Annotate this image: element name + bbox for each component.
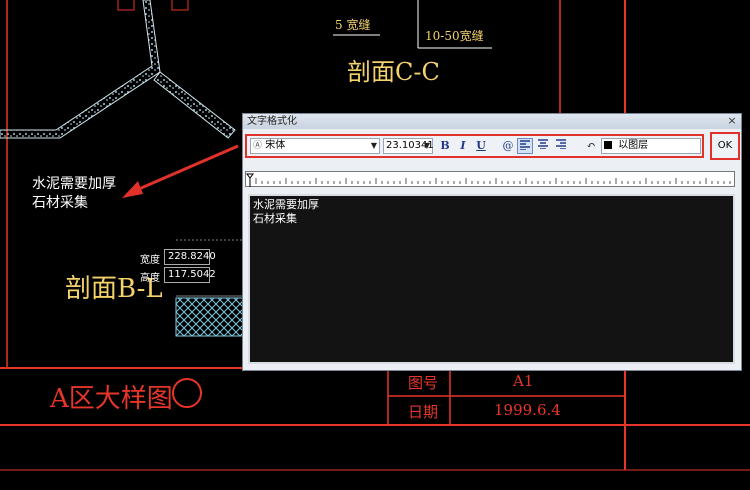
align-left-icon[interactable]: [517, 138, 533, 154]
chevron-down-icon: ▼: [423, 141, 430, 150]
ruler-ticks: [246, 173, 731, 187]
undo-icon[interactable]: ↶: [583, 138, 599, 154]
italic-button[interactable]: I: [455, 138, 471, 154]
date-value: 1999.6.4: [494, 401, 561, 419]
dialog-titlebar[interactable]: 文字格式化 ×: [243, 114, 741, 129]
dialog-title: 文字格式化: [247, 116, 297, 127]
font-value: 宋体: [265, 140, 286, 151]
drawing-no-label: 图号: [408, 374, 439, 392]
height-label: 高度: [140, 273, 160, 284]
crack-width-annotation: 5 宽缝: [335, 18, 371, 32]
close-icon[interactable]: ×: [726, 115, 738, 127]
width-input[interactable]: 228.8240: [164, 249, 216, 265]
date-label: 日期: [408, 403, 439, 421]
editor-line2: 石材采集: [253, 212, 297, 225]
align-center-icon[interactable]: [535, 138, 551, 154]
editor-line1: 水泥需要加厚: [253, 198, 319, 211]
pointer-arrow: [122, 144, 239, 198]
underline-button[interactable]: U: [473, 138, 489, 154]
text-format-dialog[interactable]: 文字格式化 × Ⓐ 宋体 ▼ 23.10341 ▼ B I U @ ↶ 以图层: [242, 113, 742, 371]
font-size-select[interactable]: 23.10341 ▼: [383, 138, 434, 154]
drawing-no-value: A1: [513, 372, 534, 390]
chevron-down-icon: ▼: [370, 141, 377, 150]
crack-band: [0, 0, 236, 139]
width-label: 宽度: [140, 255, 160, 266]
bold-button[interactable]: B: [437, 138, 453, 154]
symbol-icon[interactable]: @: [500, 138, 516, 154]
note-text-line1[interactable]: 水泥需要加厚: [32, 175, 116, 194]
text-ruler[interactable]: [245, 171, 735, 187]
ok-button[interactable]: OK: [710, 132, 740, 160]
crack-range-annotation: 10-50宽缝: [425, 29, 484, 43]
note-text-line2[interactable]: 石材采集: [32, 194, 88, 213]
formatting-toolbar: Ⓐ 宋体 ▼ 23.10341 ▼ B I U @ ↶ 以图层: [245, 134, 704, 158]
text-editor-area[interactable]: 水泥需要加厚 石材采集: [248, 194, 735, 364]
sheet-title: A区大样图: [50, 384, 173, 414]
sheet-number-circle: [172, 378, 202, 408]
section-cc-label: 剖面C-C: [347, 58, 440, 86]
font-icon: Ⓐ: [253, 141, 263, 151]
height-input[interactable]: 117.5042: [164, 267, 216, 283]
layer-color-value: 以图层: [618, 140, 649, 151]
color-swatch: [604, 141, 612, 149]
color-select[interactable]: 以图层: [601, 138, 701, 154]
font-select[interactable]: Ⓐ 宋体 ▼: [250, 138, 380, 154]
align-right-icon[interactable]: [553, 138, 569, 154]
